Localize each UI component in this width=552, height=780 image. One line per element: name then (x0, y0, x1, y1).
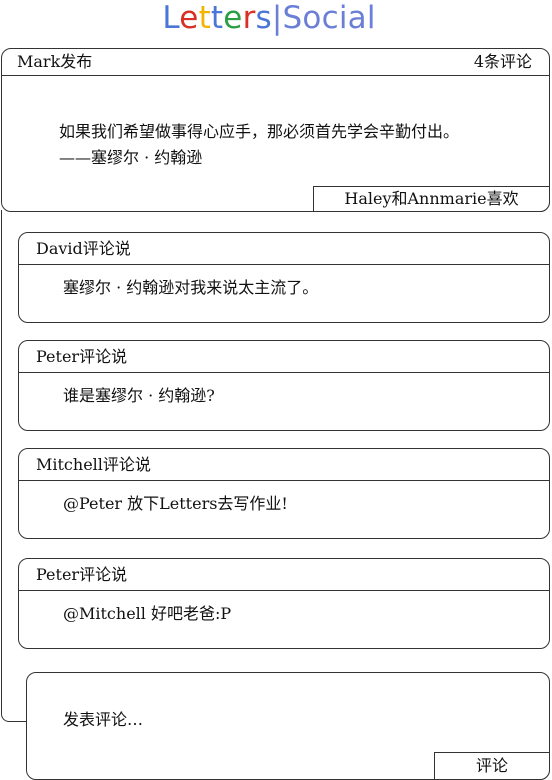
logo-letter: r (242, 0, 256, 36)
app-logo: Letters|Social (0, 0, 538, 38)
post-body: 如果我们希望做事得心应手，那必须首先学会辛勤付出。 ——塞缪尔 · 约翰逊 (59, 119, 459, 171)
comment-body: 塞缪尔 · 约翰逊对我来说太主流了。 (63, 278, 319, 297)
comment-header: Peter评论说 (19, 341, 549, 373)
likes-badge[interactable]: Haley和Annmarie喜欢 (313, 186, 550, 212)
post-card: Mark发布 4条评论 如果我们希望做事得心应手，那必须首先学会辛勤付出。 ——… (1, 48, 550, 212)
comment-card: Peter评论说 @Mitchell 好吧老爸:P (18, 558, 550, 649)
comment-body: @Peter 放下Letters去写作业! (63, 494, 288, 513)
submit-comment-button[interactable]: 评论 (434, 752, 550, 780)
logo-letters: Letters (162, 0, 272, 36)
comment-body: @Mitchell 好吧老爸:P (63, 604, 232, 623)
comment-input-placeholder[interactable]: 发表评论… (63, 709, 143, 731)
logo-letter: e (223, 0, 243, 36)
logo-separator: | (271, 0, 283, 36)
comment-body: 谁是塞缪尔 · 约翰逊? (63, 386, 215, 405)
logo-social: Social (282, 0, 376, 36)
comment-composer[interactable]: 发表评论… 评论 (26, 672, 550, 780)
post-author[interactable]: Mark发布 (17, 49, 92, 75)
logo-letter: L (162, 0, 180, 36)
comment-header: David评论说 (19, 233, 549, 265)
post-header: Mark发布 4条评论 (2, 49, 549, 76)
logo-letter: t (210, 0, 224, 36)
logo-letter: e (179, 0, 199, 36)
post-quote: 如果我们希望做事得心应手，那必须首先学会辛勤付出。 (59, 122, 460, 141)
comment-count[interactable]: 4条评论 (474, 49, 532, 75)
comment-card: Mitchell评论说 @Peter 放下Letters去写作业! (18, 448, 550, 539)
comment-header: Mitchell评论说 (19, 449, 549, 481)
logo-letter: s (255, 0, 272, 36)
logo-letter: t (198, 0, 211, 36)
comment-header: Peter评论说 (19, 559, 549, 591)
comment-card: Peter评论说 谁是塞缪尔 · 约翰逊? (18, 340, 550, 431)
comment-card: David评论说 塞缪尔 · 约翰逊对我来说太主流了。 (18, 232, 550, 323)
post-attribution: ——塞缪尔 · 约翰逊 (59, 148, 203, 167)
